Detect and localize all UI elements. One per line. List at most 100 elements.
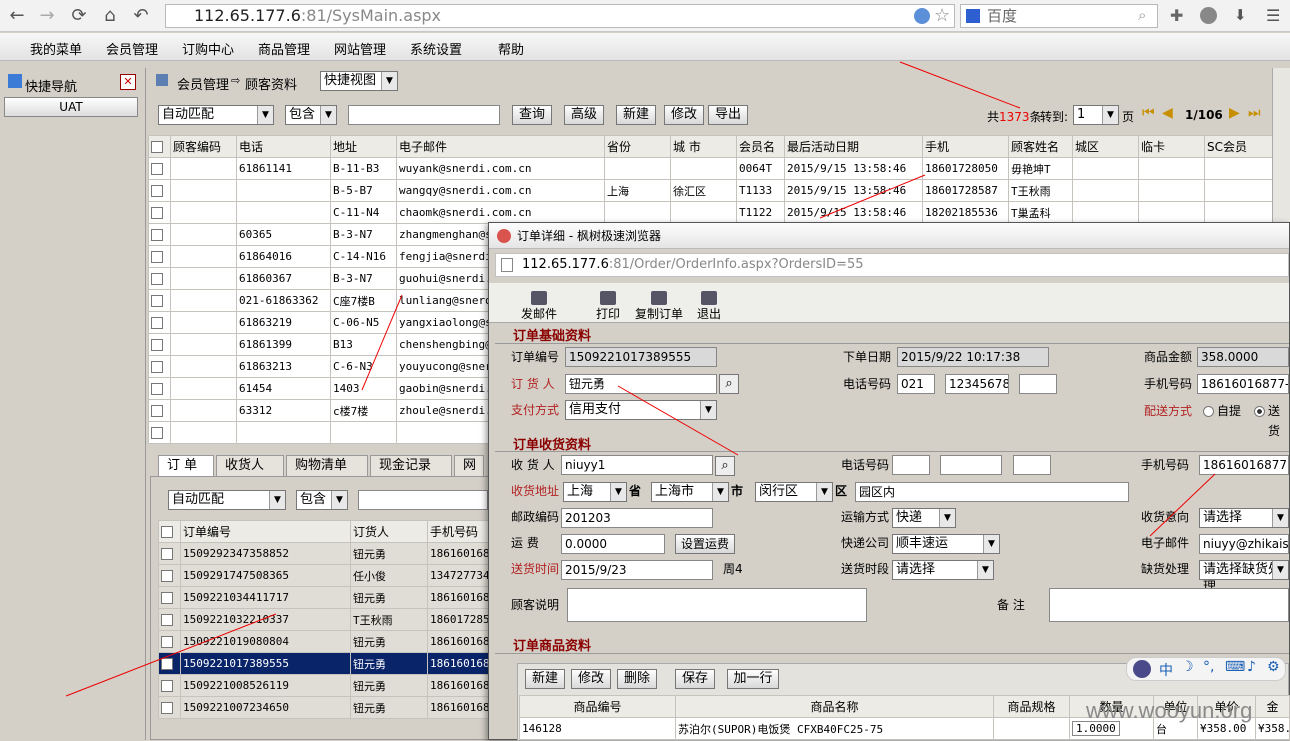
home-icon[interactable]: ⌂ <box>99 5 121 27</box>
row-checkbox[interactable] <box>161 658 173 670</box>
fee-field[interactable]: 0.0000 <box>561 534 665 554</box>
recv-phone-ext[interactable] <box>1013 455 1051 475</box>
order-match-select[interactable]: 自动匹配 ▼ <box>168 490 286 510</box>
download-icon[interactable]: ⬇ <box>1234 6 1247 24</box>
city-select[interactable]: 上海市 ▼ <box>651 482 729 502</box>
speed-icon[interactable] <box>914 8 930 24</box>
district-select[interactable]: 闵行区 ▼ <box>755 482 833 502</box>
tab-more[interactable]: 网 <box>454 455 484 476</box>
search-box[interactable]: 百度 <box>960 4 1158 28</box>
note-field[interactable] <box>567 588 867 622</box>
table-row[interactable]: C-11-N4 chaomk@snerdi.com.cn T1122 2015/9/1… <box>148 201 1273 224</box>
col-header[interactable]: 最后活动日期 <box>784 135 923 158</box>
popup-address-bar[interactable]: 112.65.177.6:81/Order/OrderInfo.aspx?Ord… <box>495 253 1289 277</box>
forward-icon[interactable]: → <box>36 5 58 27</box>
address-bar[interactable]: 112.65.177.6:81/SysMain.aspx <box>165 4 955 28</box>
ship-delivery-radio[interactable] <box>1254 406 1265 417</box>
row-checkbox[interactable] <box>151 405 163 417</box>
menu-member[interactable]: 会员管理 <box>106 39 158 58</box>
table-row[interactable]: 1509221032210337T王秋雨1860172858 <box>158 608 489 631</box>
globe-icon[interactable] <box>1200 7 1217 24</box>
phone-area-field[interactable]: 021 <box>897 374 935 394</box>
row-checkbox[interactable] <box>161 570 173 582</box>
col-header[interactable]: 地址 <box>330 135 397 158</box>
send-mail-button[interactable]: 发邮件 <box>521 291 557 321</box>
row-checkbox[interactable] <box>151 295 163 307</box>
mic-icon[interactable]: ♪ <box>1247 659 1256 675</box>
menu-icon[interactable]: ☰ <box>1266 6 1280 25</box>
ship-pickup-radio[interactable] <box>1203 406 1214 417</box>
intent-select[interactable]: 请选择 ▼ <box>1199 508 1289 528</box>
row-checkbox[interactable] <box>151 317 163 329</box>
page-select[interactable]: 1 ▼ <box>1073 105 1119 125</box>
col-header[interactable]: 城 市 <box>670 135 737 158</box>
email-field[interactable]: niuyy@zhikaisc <box>1199 534 1289 554</box>
recv-phone[interactable] <box>940 455 1002 475</box>
order-select-all-checkbox[interactable] <box>161 526 173 538</box>
buyer-field[interactable]: 钮元勇 <box>565 374 717 394</box>
row-checkbox[interactable] <box>151 185 163 197</box>
row-checkbox[interactable] <box>151 339 163 351</box>
row-checkbox[interactable] <box>151 163 163 175</box>
menu-system[interactable]: 系统设置 <box>410 39 462 58</box>
query-button[interactable]: 查询 <box>512 105 552 125</box>
col-header[interactable]: 顾客姓名 <box>1008 135 1073 158</box>
row-checkbox[interactable] <box>161 614 173 626</box>
tab-cart[interactable]: 购物清单 <box>286 455 368 476</box>
col-header[interactable]: 顾客编码 <box>170 135 237 158</box>
col-header[interactable]: 省份 <box>604 135 671 158</box>
keyboard-icon[interactable]: ⌨ <box>1225 659 1245 675</box>
table-row[interactable]: 1509221019080804钮元勇1861601687 <box>158 630 489 653</box>
table-row[interactable]: 61861141 B-11-B3 wuyank@snerdi.com.cn 0064T… <box>148 157 1273 180</box>
col-header[interactable]: 临卡 <box>1138 135 1205 158</box>
view-select[interactable]: 快捷视图 ▼ <box>320 71 398 91</box>
slot-select[interactable]: 请选择 ▼ <box>892 560 994 580</box>
recv-search-icon[interactable]: ⌕ <box>715 456 735 476</box>
menu-goods[interactable]: 商品管理 <box>258 39 310 58</box>
recv-name-field[interactable]: niuyy1 <box>561 455 713 475</box>
col-header[interactable]: 会员名 <box>736 135 785 158</box>
table-row[interactable]: 1509221008526119钮元勇1861601687 <box>158 674 489 697</box>
ime-mode[interactable]: 中 <box>1159 660 1173 680</box>
col-header[interactable]: 电话 <box>236 135 331 158</box>
last-page-icon[interactable]: ⏭ <box>1248 105 1261 121</box>
uat-button[interactable]: UAT <box>4 97 138 117</box>
print-button[interactable]: 打印 <box>596 291 620 321</box>
goods-new-button[interactable]: 新建 <box>525 669 565 689</box>
table-row[interactable]: B-5-B7 wangqy@snerdi.com.cn 上海 徐汇区 T1133 2015… <box>148 179 1273 202</box>
search-icon[interactable]: ⌕ <box>1138 6 1146 24</box>
table-row[interactable]: 1509221017389555钮元勇1861601687 <box>158 652 489 675</box>
col-header[interactable]: 手机号码 <box>427 520 489 543</box>
tab-orders[interactable]: 订 单 <box>158 455 214 476</box>
col-header[interactable]: 订单编号 <box>180 520 351 543</box>
tab-cash[interactable]: 现金记录 <box>370 455 452 476</box>
row-checkbox[interactable] <box>161 592 173 604</box>
undo-icon[interactable]: ↶ <box>130 5 152 27</box>
copy-order-button[interactable]: 复制订单 <box>635 291 683 321</box>
pay-select[interactable]: 信用支付 ▼ <box>565 400 717 420</box>
street-field[interactable]: 园区内 <box>855 482 1129 502</box>
table-row[interactable]: 1509292347358852钮元勇1861601687 <box>158 542 489 565</box>
star-icon[interactable]: ☆ <box>934 5 950 26</box>
col-header[interactable]: 订货人 <box>350 520 428 543</box>
back-icon[interactable]: ← <box>6 5 28 27</box>
table-row[interactable]: 1509221007234650钮元勇1861601687 <box>158 696 489 719</box>
tab-receivers[interactable]: 收货人 <box>216 455 284 476</box>
prov-select[interactable]: 上海 ▼ <box>563 482 627 502</box>
select-all-checkbox[interactable] <box>151 141 163 153</box>
zip-field[interactable]: 201203 <box>561 508 713 528</box>
menu-site[interactable]: 网站管理 <box>334 39 386 58</box>
mobile-field[interactable]: 18616016877-1 <box>1197 374 1289 394</box>
moon-icon[interactable]: ☽ <box>1181 659 1194 675</box>
goods-add-row-button[interactable]: 加一行 <box>727 669 779 689</box>
col-header[interactable]: SC会员 <box>1204 135 1273 158</box>
buyer-search-icon[interactable]: ⌕ <box>719 374 739 394</box>
row-checkbox[interactable] <box>151 251 163 263</box>
first-page-icon[interactable]: ⏮ <box>1142 105 1155 121</box>
next-page-icon[interactable]: ▶ <box>1229 105 1240 121</box>
advanced-button[interactable]: 高级 <box>564 105 604 125</box>
order-op-select[interactable]: 包含 ▼ <box>296 490 348 510</box>
recv-mobile-field[interactable]: 18616016877 <box>1199 455 1289 475</box>
goods-save-button[interactable]: 保存 <box>675 669 715 689</box>
query-input[interactable] <box>348 105 500 125</box>
